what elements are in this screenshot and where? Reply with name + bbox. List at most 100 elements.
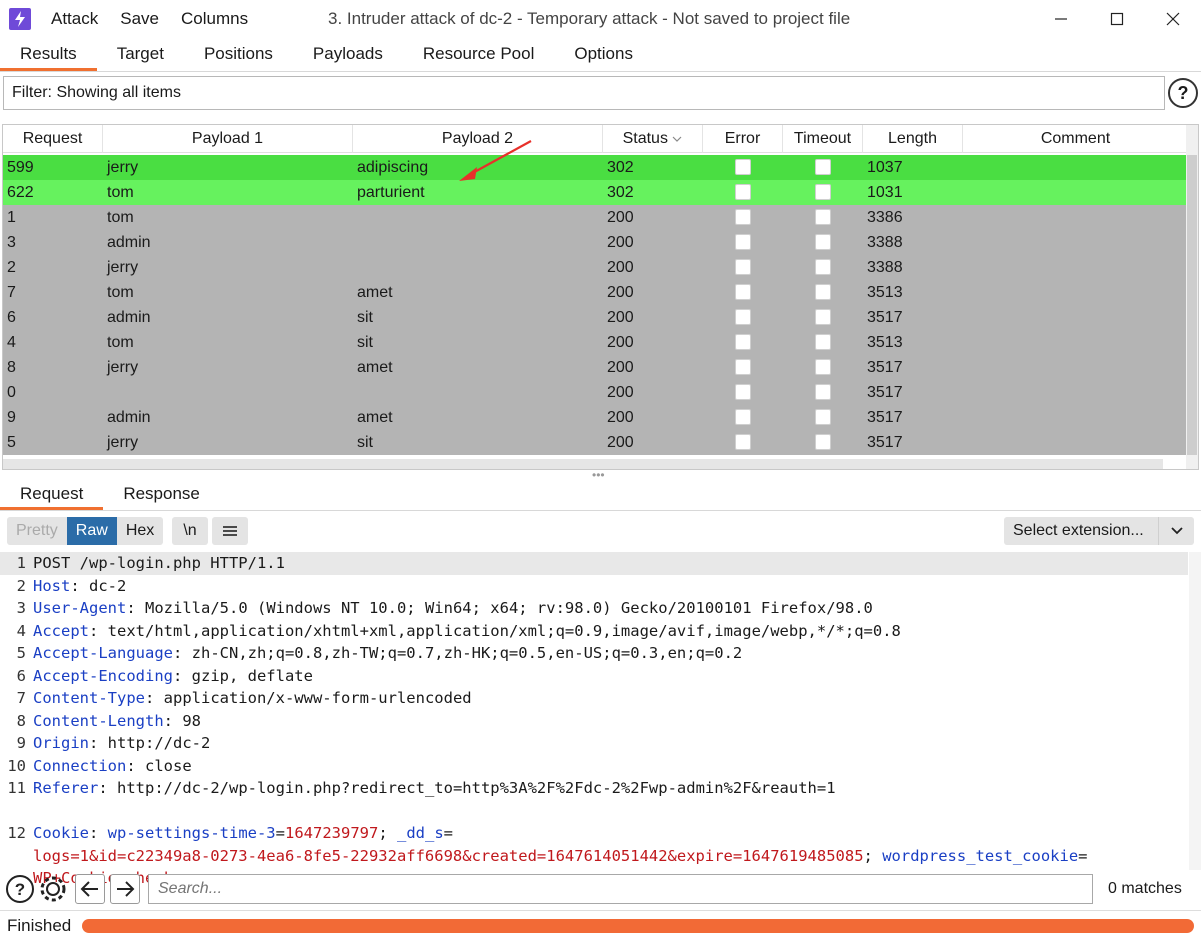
line-number: 10: [7, 756, 26, 775]
error-checkbox: [735, 434, 751, 450]
cell-comment: [963, 280, 1188, 305]
view-hex-button[interactable]: Hex: [116, 517, 164, 545]
cell-payload-1: jerry: [107, 434, 139, 451]
tab-target[interactable]: Target: [97, 38, 184, 71]
column-request[interactable]: Request: [3, 125, 103, 153]
column-error[interactable]: Error: [703, 125, 783, 153]
header-value: zh-CN,zh;q=0.8,zh-TW;q=0.7,zh-HK;q=0.5,e…: [191, 644, 743, 662]
error-checkbox: [735, 284, 751, 300]
cell-payload-2: sit: [357, 434, 373, 451]
column-status[interactable]: Status: [603, 125, 703, 153]
burp-app-icon: [9, 8, 31, 30]
select-extension-dropdown[interactable]: Select extension...: [1004, 517, 1194, 545]
minimize-button[interactable]: [1033, 0, 1089, 38]
cell-error: [703, 405, 783, 430]
cookie-value: 1647239797: [285, 824, 379, 842]
tab-positions[interactable]: Positions: [184, 38, 293, 71]
maximize-button[interactable]: [1089, 0, 1145, 38]
cell-status: 200: [607, 384, 634, 401]
tab-results[interactable]: Results: [0, 38, 97, 71]
cell-comment: [963, 230, 1188, 255]
filter-bar[interactable]: Filter: Showing all items: [3, 76, 1165, 110]
view-raw-button[interactable]: Raw: [66, 517, 117, 545]
column-comment[interactable]: Comment: [963, 125, 1188, 153]
table-vertical-scrollbar[interactable]: [1186, 125, 1198, 469]
table-row[interactable]: 622 tom parturient 302 1031: [3, 180, 1188, 205]
cell-payload-1: tom: [107, 334, 134, 351]
close-button[interactable]: [1145, 0, 1201, 38]
table-row[interactable]: 3 admin 200 3388: [3, 230, 1188, 255]
header-name: Accept-Language: [33, 644, 173, 662]
cell-status: 200: [607, 334, 634, 351]
table-row[interactable]: 599 jerry adipiscing 302 1037: [3, 155, 1188, 180]
cell-comment: [963, 355, 1188, 380]
cell-error: [703, 205, 783, 230]
next-match-button[interactable]: [110, 874, 140, 904]
view-pretty-button[interactable]: Pretty: [7, 517, 67, 545]
error-checkbox: [735, 409, 751, 425]
editor-vertical-scrollbar[interactable]: [1189, 552, 1201, 870]
timeout-checkbox: [815, 434, 831, 450]
cell-timeout: [783, 180, 863, 205]
table-row[interactable]: 2 jerry 200 3388: [3, 255, 1188, 280]
cell-payload-2: amet: [357, 409, 393, 426]
cell-payload-2: [353, 230, 603, 255]
tab-response[interactable]: Response: [103, 478, 220, 510]
cell-length: 1037: [867, 159, 903, 176]
svg-text:?: ?: [15, 880, 25, 899]
cell-payload-2: sit: [357, 309, 373, 326]
cell-request: 599: [7, 159, 34, 176]
header-value: application/x-www-form-urlencoded: [163, 689, 472, 707]
cell-request: 3: [7, 234, 16, 251]
previous-match-button[interactable]: [75, 874, 105, 904]
status-text: Finished: [7, 916, 72, 935]
column-payload-1[interactable]: Payload 1: [103, 125, 353, 153]
cell-payload-2: [353, 205, 603, 230]
help-icon[interactable]: ?: [1168, 78, 1198, 108]
menu-columns[interactable]: Columns: [181, 9, 248, 29]
cell-comment: [963, 330, 1188, 355]
table-row[interactable]: 8 jerry amet 200 3517: [3, 355, 1188, 380]
menu-attack[interactable]: Attack: [51, 9, 98, 29]
table-horizontal-scrollbar[interactable]: [3, 459, 1163, 469]
tab-options[interactable]: Options: [554, 38, 653, 71]
header-name: Accept: [33, 621, 89, 640]
cell-request: 6: [7, 309, 16, 326]
tab-request[interactable]: Request: [0, 478, 104, 510]
cell-comment: [963, 405, 1188, 430]
cell-timeout: [783, 280, 863, 305]
table-row[interactable]: 7 tom amet 200 3513: [3, 280, 1188, 305]
show-newlines-button[interactable]: \n: [172, 517, 208, 545]
column-timeout[interactable]: Timeout: [783, 125, 863, 153]
search-bar: ? 0 matches: [0, 870, 1201, 908]
menu-options-button[interactable]: [212, 517, 248, 545]
cell-timeout: [783, 155, 863, 180]
menu-save[interactable]: Save: [120, 9, 159, 29]
column-length[interactable]: Length: [863, 125, 963, 153]
cell-payload-1: jerry: [107, 359, 139, 376]
chevron-down-icon: [1158, 517, 1194, 545]
table-row[interactable]: 1 tom 200 3386: [3, 205, 1188, 230]
table-row[interactable]: 4 tom sit 200 3513: [3, 330, 1188, 355]
table-row[interactable]: 6 admin sit 200 3517: [3, 305, 1188, 330]
gear-icon[interactable]: [38, 874, 68, 904]
tab-payloads[interactable]: Payloads: [293, 38, 403, 71]
cell-length: 3517: [867, 409, 903, 426]
hamburger-icon: [223, 526, 237, 536]
cell-length: 3388: [867, 259, 903, 276]
search-input[interactable]: [148, 874, 1093, 904]
request-editor[interactable]: 1 POST /wp-login.php HTTP/1.1 2 Host: dc-2 3…: [0, 552, 1201, 887]
line-number: 8: [16, 711, 26, 730]
scrollbar-thumb[interactable]: [1187, 155, 1197, 455]
cell-timeout: [783, 380, 863, 405]
cell-payload-1: tom: [107, 284, 134, 301]
table-row[interactable]: 0 200 3517: [3, 380, 1188, 405]
red-arrow-annotation: [459, 140, 532, 181]
table-row[interactable]: 9 admin amet 200 3517: [3, 405, 1188, 430]
minimize-icon: [1055, 18, 1067, 20]
cell-payload-2: [353, 380, 603, 405]
tab-resource-pool[interactable]: Resource Pool: [403, 38, 555, 71]
table-row[interactable]: 5 jerry sit 200 3517: [3, 430, 1188, 455]
help-icon[interactable]: ?: [5, 874, 35, 904]
cell-payload-1: admin: [107, 234, 151, 251]
